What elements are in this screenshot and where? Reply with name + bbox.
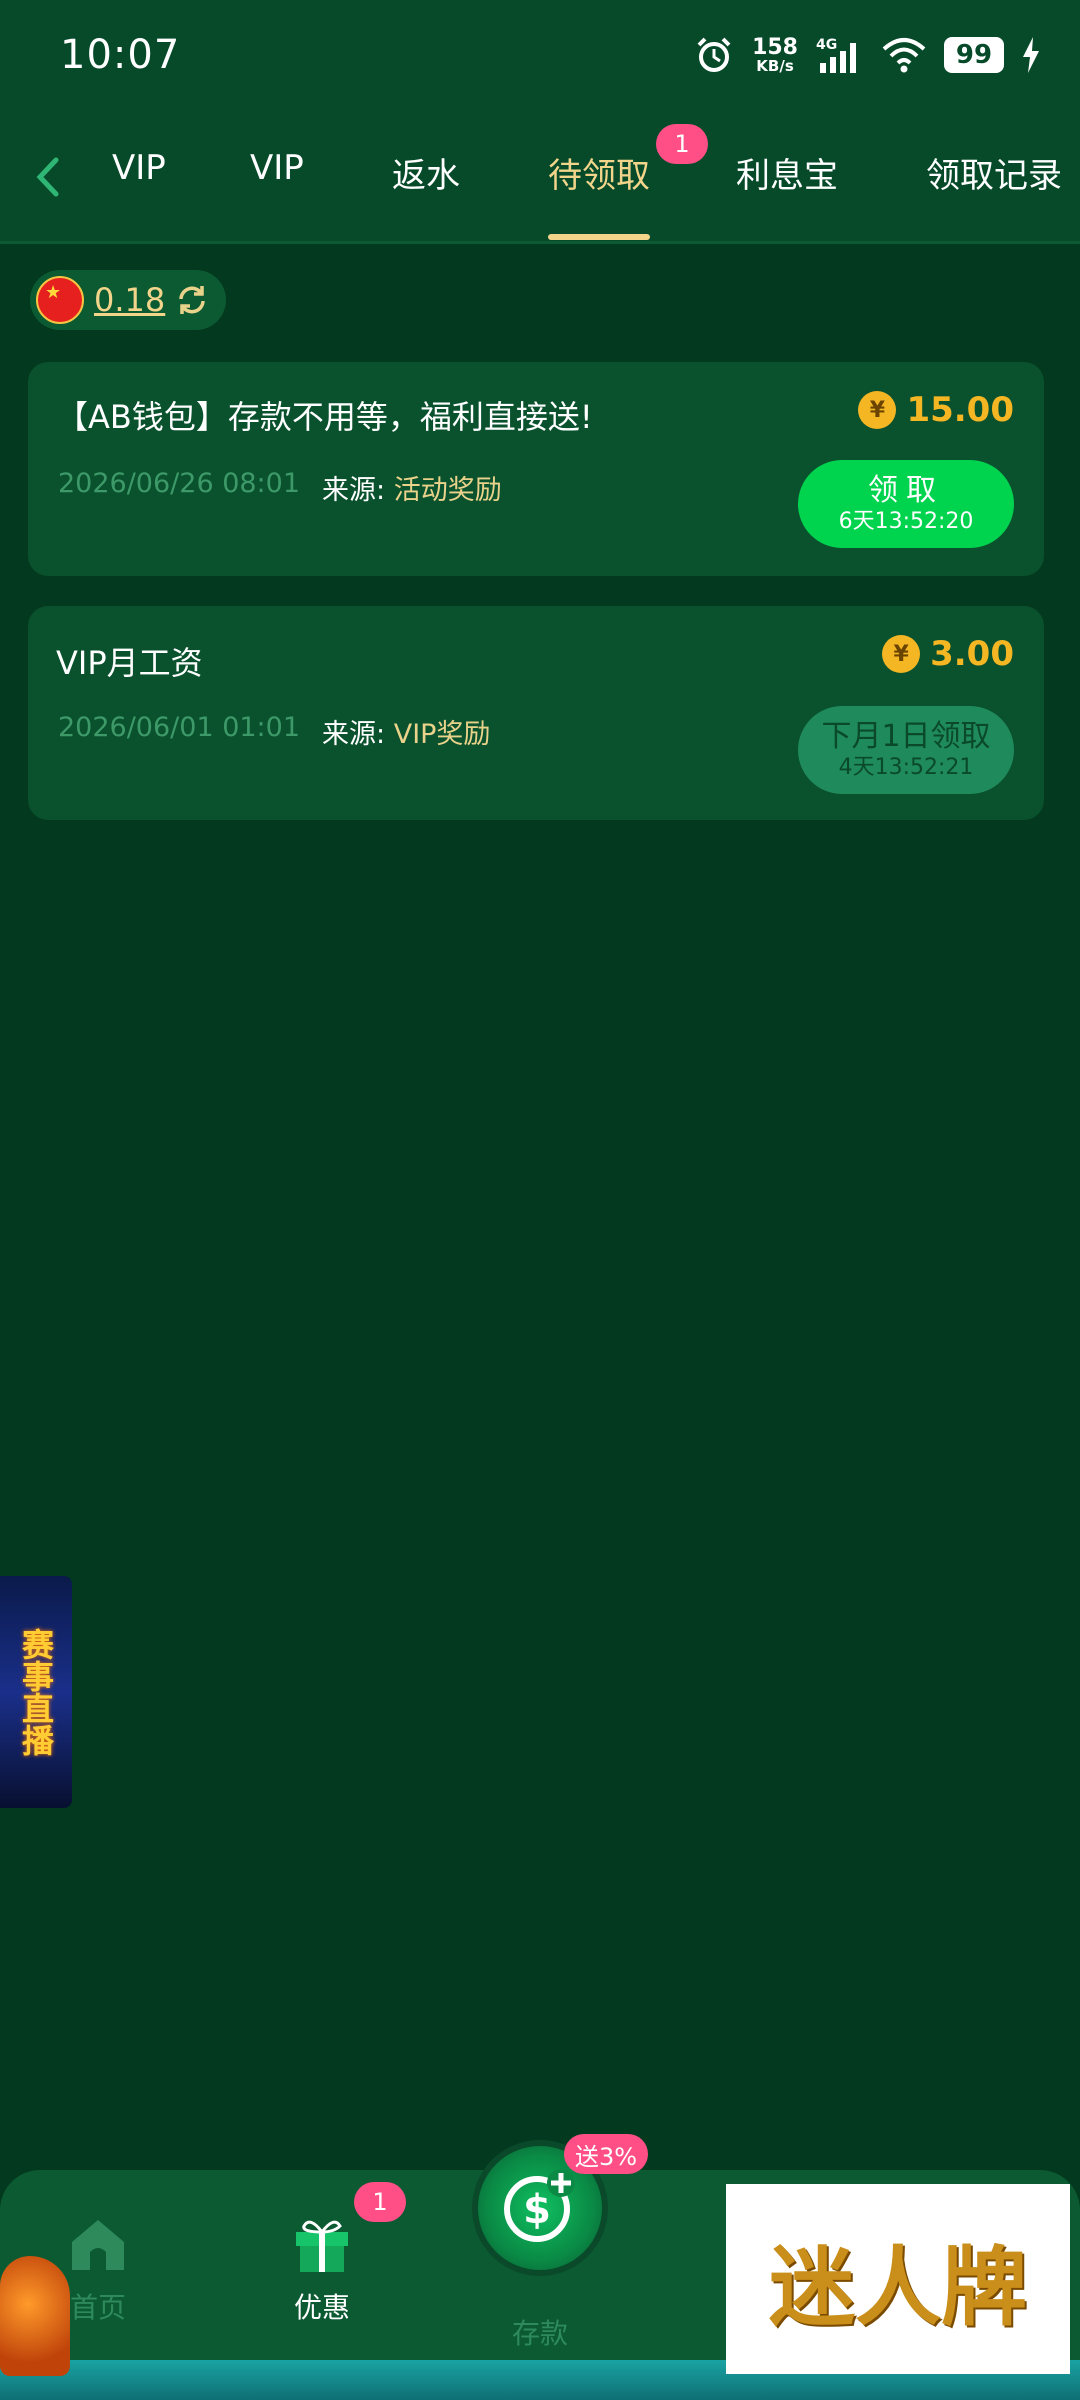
yuan-coin-icon: ¥	[882, 635, 921, 673]
tab-pending[interactable]: 待领取	[548, 148, 650, 197]
tab-vip-2[interactable]: VIP	[250, 148, 304, 188]
reward-meta: 2026/06/26 08:01 来源: 活动奖励	[58, 468, 502, 507]
status-icons: 158 KB/s 4G 99	[694, 35, 1040, 75]
yuan-coin-icon: ¥	[858, 391, 897, 429]
battery-indicator: 99	[944, 37, 1004, 73]
watermark-logo: 迷人牌	[726, 2184, 1070, 2374]
status-time: 10:07	[60, 32, 181, 78]
balance-value: 0.18	[94, 281, 166, 319]
wifi-icon	[882, 35, 926, 75]
deposit-bonus-badge: 送3%	[564, 2134, 648, 2174]
nav-deposit-label[interactable]: 存款	[512, 2312, 568, 2352]
balance-pill[interactable]: ★ 0.18	[30, 270, 226, 330]
reward-source-value: 活动奖励	[393, 475, 502, 506]
reward-title: 【AB钱包】存款不用等，福利直接送!	[56, 398, 593, 436]
reward-source-value: VIP奖励	[393, 719, 491, 750]
promotions-badge: 1	[354, 2182, 406, 2222]
reward-card: 【AB钱包】存款不用等，福利直接送! ¥ 15.00 2026/06/26 08…	[28, 362, 1044, 576]
tab-bar: VIP VIP 返水 待领取 1 利息宝 领取记录	[0, 110, 1080, 244]
tab-pending-badge: 1	[656, 124, 708, 164]
tab-vip-1[interactable]: VIP	[112, 148, 166, 188]
active-tab-indicator	[548, 234, 650, 240]
next-month-claim-button[interactable]: 下月1日领取 4天13:52:21	[798, 706, 1014, 794]
reward-date: 2026/06/01 01:01	[58, 712, 301, 743]
svg-text:$: $	[523, 2187, 551, 2233]
home-icon	[66, 2214, 130, 2278]
nav-promotions[interactable]: 优惠	[290, 2214, 354, 2326]
tab-claim-history[interactable]: 领取记录	[926, 148, 1062, 197]
dollar-plus-icon: $	[495, 2161, 585, 2255]
alarm-icon	[694, 35, 734, 75]
reward-amount: ¥ 3.00	[882, 634, 1014, 674]
reward-meta: 2026/06/01 01:01 来源: VIP奖励	[58, 712, 490, 751]
claim-button[interactable]: 领取 6天13:52:20	[798, 460, 1014, 548]
back-icon[interactable]	[28, 152, 68, 202]
reward-date: 2026/06/26 08:01	[58, 468, 301, 499]
reward-title: VIP月工资	[56, 644, 203, 682]
reward-source-label: 来源:	[322, 719, 386, 750]
tab-rebate[interactable]: 返水	[392, 148, 460, 197]
status-bar: 10:07 158 KB/s 4G 99	[0, 0, 1080, 110]
nav-home[interactable]: 首页	[66, 2214, 130, 2326]
cell-signal-icon: 4G	[816, 35, 864, 75]
live-events-banner-text: 赛事直播	[17, 1628, 55, 1756]
reward-card: VIP月工资 ¥ 3.00 2026/06/01 01:01 来源: VIP奖励…	[28, 606, 1044, 820]
refresh-icon[interactable]	[175, 283, 209, 317]
tab-interest[interactable]: 利息宝	[736, 148, 838, 197]
charging-icon	[1022, 37, 1040, 73]
net-speed: 158 KB/s	[752, 34, 798, 75]
china-flag-icon: ★	[36, 276, 84, 324]
dragon-decoration-icon	[0, 2256, 70, 2376]
gift-icon	[290, 2214, 354, 2278]
live-events-banner[interactable]: 赛事直播	[0, 1576, 72, 1808]
reward-source-label: 来源:	[322, 475, 386, 506]
network-type: 4G	[816, 37, 837, 53]
reward-amount: ¥ 15.00	[858, 390, 1014, 430]
